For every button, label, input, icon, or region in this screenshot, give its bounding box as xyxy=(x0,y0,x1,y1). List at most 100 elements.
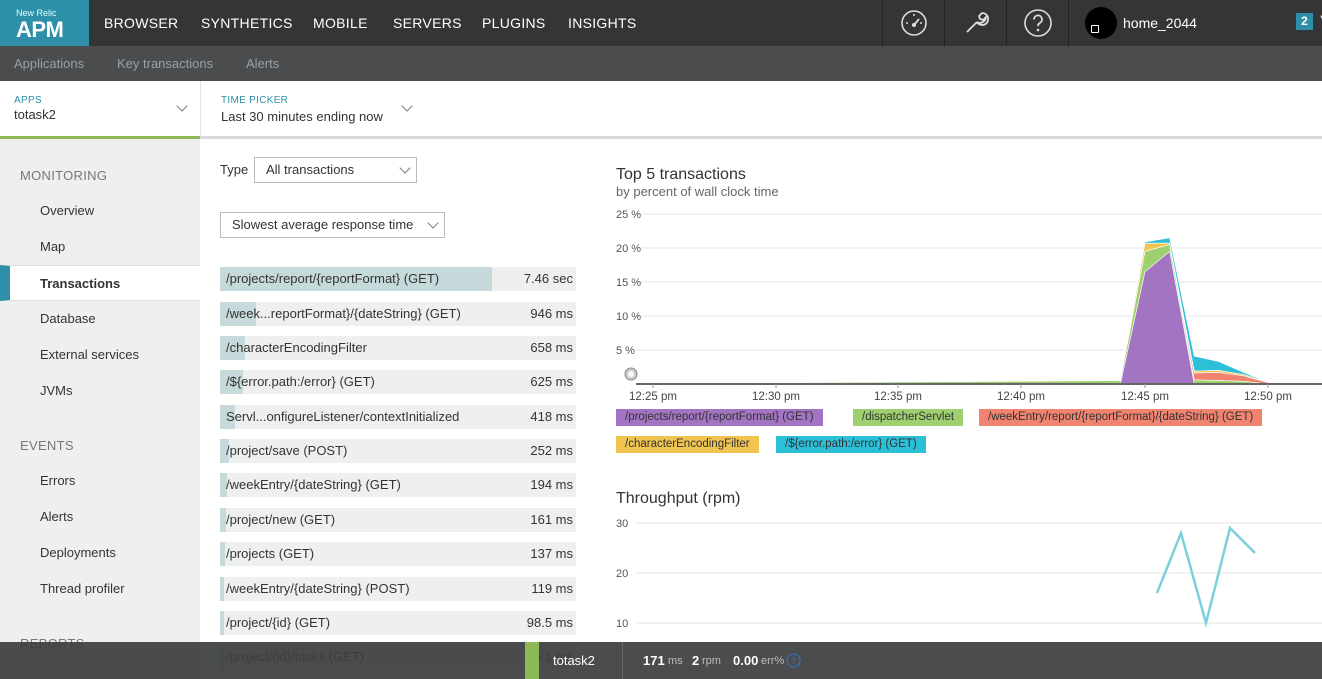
transaction-name: /project/new (GET) xyxy=(226,512,336,527)
help-button[interactable] xyxy=(1006,0,1068,46)
transaction-value: 119 ms xyxy=(531,581,573,596)
legend-item[interactable]: /projects/report/{reportFormat} (GET) xyxy=(616,409,823,426)
transaction-name: /project/save (POST) xyxy=(226,443,348,458)
sidebar-item-alerts[interactable]: Alerts xyxy=(0,499,200,535)
transaction-value: 946 ms xyxy=(530,306,573,321)
transaction-row[interactable]: /projects/report/{reportFormat} (GET) 7.4… xyxy=(220,267,576,291)
sidebar-item-transactions[interactable]: Transactions xyxy=(0,265,200,301)
time-picker[interactable]: TIME PICKER Last 30 minutes ending now xyxy=(200,81,440,139)
apps-picker[interactable]: APPS totask2 xyxy=(0,81,200,139)
svg-text:?: ? xyxy=(791,656,796,666)
transaction-value: 658 ms xyxy=(530,340,573,355)
transaction-row[interactable]: /weekEntry/{dateString} (GET) 194 ms xyxy=(220,473,576,497)
sidebar-item-thread-profiler[interactable]: Thread profiler xyxy=(0,571,200,607)
top5-chart: 25 % 20 % 15 % 10 % 5 % 12:25 pm 12:30 pm 12:35… xyxy=(610,209,1322,403)
transaction-row[interactable]: /characterEncodingFilter 658 ms xyxy=(220,336,576,360)
footer-error-unit: err% xyxy=(761,655,785,667)
legend-item[interactable]: /dispatcherServlet xyxy=(853,409,964,426)
x-tick-label: 12:40 pm xyxy=(997,391,1045,403)
chevron-down-icon: ▼ xyxy=(1318,13,1322,25)
y-tick-label: 25 % xyxy=(616,209,641,221)
sidebar-item-overview[interactable]: Overview xyxy=(0,193,200,229)
transaction-name: /project/{id} (GET) xyxy=(226,615,331,630)
app-health-indicator xyxy=(525,642,539,679)
x-tick-label: 12:35 pm xyxy=(874,391,922,403)
sidebar-item-map[interactable]: Map xyxy=(0,229,200,265)
subnav-alerts[interactable]: Alerts xyxy=(246,56,279,71)
chevron-down-icon xyxy=(176,100,188,112)
chevron-down-icon xyxy=(401,100,413,112)
sub-nav: Applications Key transactions Alerts xyxy=(0,46,1322,81)
footer-error-rate: 0.00 xyxy=(733,653,759,668)
help-icon xyxy=(1023,9,1052,37)
apm-logo[interactable]: New Relic APM xyxy=(0,0,89,46)
sidebar-item-deployments[interactable]: Deployments xyxy=(0,535,200,571)
subnav-key-transactions[interactable]: Key transactions xyxy=(117,56,213,71)
transaction-row[interactable]: /weekEntry/{dateString} (POST) 119 ms xyxy=(220,577,576,601)
sidebar-section-monitoring: MONITORING xyxy=(20,168,108,183)
legend-item[interactable]: /characterEncodingFilter xyxy=(616,436,759,453)
y-tick-label: 20 xyxy=(616,568,628,580)
transaction-value: 98.5 ms xyxy=(526,615,573,630)
top5-chart-title: Top 5 transactions xyxy=(616,166,746,183)
transaction-value: 194 ms xyxy=(530,477,573,492)
transaction-row[interactable]: /projects (GET) 137 ms xyxy=(220,542,576,566)
transaction-name: /week...reportFormat}/{dateString} (GET) xyxy=(226,306,461,321)
chevron-down-icon xyxy=(427,217,439,229)
chevron-down-icon xyxy=(399,162,411,174)
apps-picker-label: APPS xyxy=(14,95,42,106)
footer-app-name[interactable]: totask2 xyxy=(553,653,595,668)
transaction-row[interactable]: /week...reportFormat}/{dateString} (GET)… xyxy=(220,302,576,326)
sidebar-item-external-services[interactable]: External services xyxy=(0,337,200,373)
transaction-row[interactable]: Servl...onfigureListener/contextInitiali… xyxy=(220,405,576,429)
chart-marker-icon-inner xyxy=(628,371,634,377)
footer-status-bar: totask2 171 ms 2 rpm 0.00 err% ? xyxy=(0,642,1322,679)
nav-browser[interactable]: BROWSER xyxy=(104,15,178,31)
sidebar-item-database[interactable]: Database xyxy=(0,301,200,337)
sort-select-value: Slowest average response time xyxy=(232,217,414,232)
nav-mobile[interactable]: MOBILE xyxy=(313,15,368,31)
transaction-name: /characterEncodingFilter xyxy=(226,340,367,355)
transaction-row[interactable]: /project/save (POST) 252 ms xyxy=(220,439,576,463)
transaction-row[interactable]: /${error.path:/error} (GET) 625 ms xyxy=(220,370,576,394)
footer-response-unit: ms xyxy=(668,655,683,667)
transaction-value: 161 ms xyxy=(530,512,573,527)
sidebar-item-jvms[interactable]: JVMs xyxy=(0,373,200,409)
sidebar-section-events: EVENTS xyxy=(20,438,74,453)
transaction-name: /weekEntry/{dateString} (POST) xyxy=(226,581,410,596)
y-tick-label: 15 % xyxy=(616,277,641,289)
nav-servers[interactable]: SERVERS xyxy=(393,15,462,31)
nav-insights[interactable]: INSIGHTS xyxy=(568,15,637,31)
throughput-chart-title: Throughput (rpm) xyxy=(616,490,741,507)
transaction-row[interactable]: /project/{id} (GET) 98.5 ms xyxy=(220,611,576,635)
sort-select[interactable]: Slowest average response time xyxy=(220,212,445,238)
transaction-time-bar xyxy=(220,542,225,566)
user-menu[interactable]: home_2044 2 ▼ xyxy=(1068,0,1322,46)
nav-synthetics[interactable]: SYNTHETICS xyxy=(201,15,293,31)
transaction-value: 418 ms xyxy=(530,409,573,424)
transaction-row[interactable]: /project/new (GET) 161 ms xyxy=(220,508,576,532)
legend-item[interactable]: /${error.path:/error} (GET) xyxy=(776,436,926,453)
nav-plugins[interactable]: PLUGINS xyxy=(482,15,546,31)
y-tick-label: 10 xyxy=(616,618,628,630)
x-tick-label: 12:45 pm xyxy=(1121,391,1169,403)
avatar xyxy=(1085,7,1117,39)
sidebar: MONITORING Overview Map Transactions Dat… xyxy=(0,139,200,679)
footer-throughput-unit: rpm xyxy=(702,655,721,667)
transaction-name: /projects (GET) xyxy=(226,546,315,561)
tools-button[interactable] xyxy=(944,0,1006,46)
info-icon[interactable]: ? xyxy=(786,653,801,668)
speedometer-icon xyxy=(900,10,927,36)
type-select-value: All transactions xyxy=(266,162,355,177)
apps-picker-value: totask2 xyxy=(14,107,56,122)
top-nav: New Relic APM BROWSER SYNTHETICS MOBILE … xyxy=(0,0,1322,46)
transaction-name: /${error.path:/error} (GET) xyxy=(226,374,375,389)
logo-big-text: APM xyxy=(16,17,64,42)
legend-item[interactable]: /weekEntry/report/{reportFormat}/{dateSt… xyxy=(979,409,1263,426)
speedometer-button[interactable] xyxy=(882,0,944,46)
sidebar-item-errors[interactable]: Errors xyxy=(0,463,200,499)
type-select[interactable]: All transactions xyxy=(254,157,417,183)
subnav-applications[interactable]: Applications xyxy=(14,56,84,71)
y-tick-label: 20 % xyxy=(616,243,641,255)
y-tick-label: 30 xyxy=(616,518,628,530)
